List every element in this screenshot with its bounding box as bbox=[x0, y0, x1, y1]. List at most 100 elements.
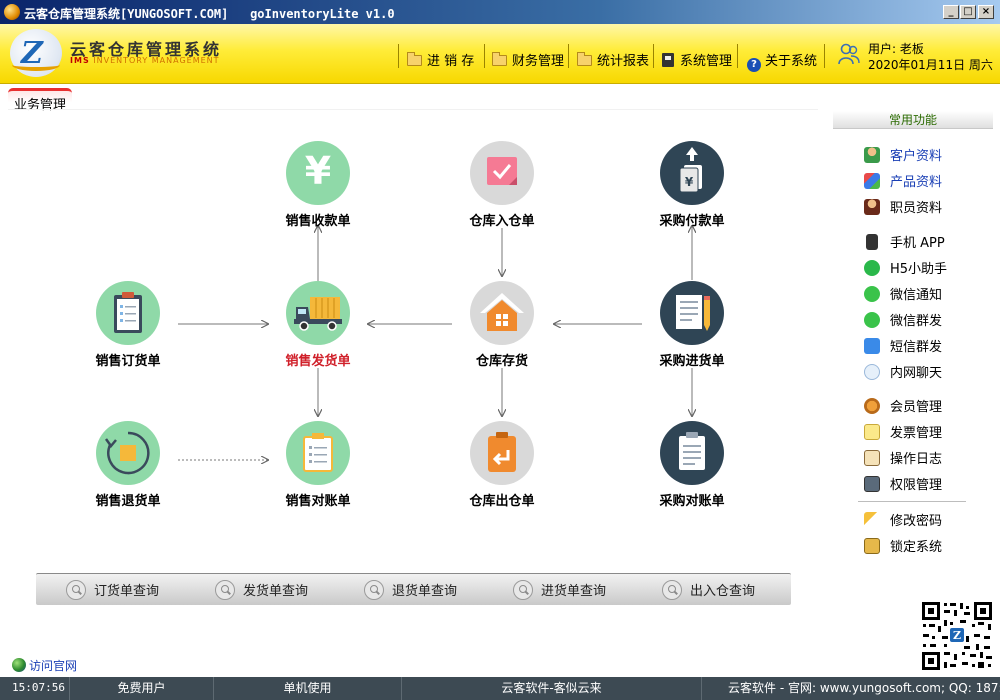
node-label: 销售退货单 bbox=[95, 494, 161, 509]
query-label: 进货单查询 bbox=[541, 584, 607, 599]
node-label: 采购对账单 bbox=[659, 494, 725, 509]
node-purchase-in[interactable]: 采购进货单 bbox=[632, 281, 752, 369]
search-icon bbox=[215, 580, 235, 600]
status-slogan: 云客软件-客似云来 bbox=[402, 677, 702, 700]
products-icon bbox=[864, 173, 880, 189]
globe-icon bbox=[12, 658, 26, 672]
node-warehouse-in[interactable]: 仓库入仓单 bbox=[442, 141, 562, 229]
delivery-query-button[interactable]: 发货单查询 bbox=[215, 580, 308, 600]
order-query-button[interactable]: 订货单查询 bbox=[66, 580, 159, 600]
status-mode: 单机使用 bbox=[214, 677, 402, 700]
current-user: 用户: 老板 bbox=[868, 42, 924, 56]
side-item-label: 短信群发 bbox=[890, 340, 943, 355]
warehouse-house-icon bbox=[480, 293, 524, 331]
side-item-operation-log[interactable]: 操作日志 bbox=[864, 448, 943, 467]
search-icon bbox=[66, 580, 86, 600]
note-icon bbox=[864, 424, 880, 440]
staff-icon bbox=[864, 199, 880, 215]
return-query-button[interactable]: 退货单查询 bbox=[364, 580, 457, 600]
document-pencil-icon bbox=[660, 281, 724, 345]
refresh-box-icon bbox=[104, 431, 150, 475]
status-bar: 15:07:56 免费用户 单机使用 云客软件-客似云来 云客软件 - 官网: … bbox=[0, 677, 1000, 700]
side-item-wechat-notify[interactable]: 微信通知 bbox=[864, 284, 943, 303]
side-item-customers[interactable]: 客户资料 bbox=[864, 145, 943, 164]
side-item-label: 锁定系统 bbox=[890, 540, 943, 555]
side-item-staff[interactable]: 职员资料 bbox=[864, 197, 942, 216]
node-sales-return[interactable]: 销售退货单 bbox=[68, 421, 188, 509]
purchase-query-button[interactable]: 进货单查询 bbox=[513, 580, 606, 600]
stock-in-icon bbox=[470, 141, 534, 205]
side-separator bbox=[858, 501, 966, 502]
query-toolbar: 订货单查询 发货单查询 退货单查询 进货单查询 出入仓查询 bbox=[36, 573, 791, 605]
side-item-label: 修改密码 bbox=[890, 514, 943, 529]
side-item-permissions[interactable]: 权限管理 bbox=[864, 474, 943, 493]
side-item-intranet-chat[interactable]: 内网聊天 bbox=[864, 362, 943, 381]
side-item-sms-broadcast[interactable]: 短信群发 bbox=[864, 336, 943, 355]
delivery-truck-icon bbox=[294, 297, 342, 331]
house-icon bbox=[470, 281, 534, 345]
node-purchase-payment[interactable]: ¥ 采购付款单 bbox=[632, 141, 752, 229]
medal-icon bbox=[864, 398, 880, 414]
yen-symbol: ¥ bbox=[304, 149, 332, 193]
checklist-clipboard-icon bbox=[303, 433, 333, 472]
node-sales-receipt[interactable]: ¥ 销售收款单 bbox=[258, 141, 378, 229]
clipboard-doc-icon bbox=[679, 432, 705, 470]
side-item-lock-system[interactable]: 锁定系统 bbox=[864, 536, 943, 555]
check-circle-icon bbox=[864, 260, 880, 276]
side-item-wechat-broadcast[interactable]: 微信群发 bbox=[864, 310, 943, 329]
qr-code: Z bbox=[920, 600, 994, 672]
node-sales-order[interactable]: 销售订货单 bbox=[68, 281, 188, 369]
chat-bubble-icon bbox=[864, 364, 880, 380]
node-warehouse-stock[interactable]: 仓库存货 bbox=[442, 281, 562, 369]
visit-website-link[interactable]: 访问官网 bbox=[12, 657, 77, 674]
node-warehouse-out[interactable]: 仓库出仓单 bbox=[442, 421, 562, 509]
upload-money-icon: ¥ bbox=[679, 147, 702, 193]
node-label: 采购进货单 bbox=[659, 354, 725, 369]
node-sales-reconcile[interactable]: 销售对账单 bbox=[258, 421, 378, 509]
log-book-icon bbox=[864, 450, 880, 466]
side-item-invoices[interactable]: 发票管理 bbox=[864, 422, 942, 441]
user-icon bbox=[838, 43, 860, 65]
query-label: 订货单查询 bbox=[94, 584, 160, 599]
side-item-label: 手机 APP bbox=[890, 236, 945, 251]
clipboard-icon bbox=[96, 281, 160, 345]
side-item-label: H5小助手 bbox=[890, 262, 948, 277]
monitor-icon bbox=[864, 476, 880, 492]
side-item-label: 微信通知 bbox=[890, 288, 943, 303]
clipboard-list-icon bbox=[114, 292, 142, 333]
customer-icon bbox=[864, 147, 880, 163]
side-item-label: 权限管理 bbox=[890, 478, 943, 493]
payment-icon: ¥ bbox=[660, 141, 724, 205]
clipboard-return-icon bbox=[488, 432, 516, 472]
sticky-note-check-icon bbox=[487, 157, 517, 185]
status-contact: 云客软件 - 官网: www.yungosoft.com; QQ: 187: bbox=[728, 681, 1000, 695]
node-label: 销售订货单 bbox=[95, 354, 161, 369]
side-item-change-password[interactable]: 修改密码 bbox=[864, 510, 943, 529]
minimize-button[interactable]: _ bbox=[943, 5, 959, 19]
svg-text:Z: Z bbox=[953, 629, 961, 642]
node-label: 销售对账单 bbox=[285, 494, 351, 509]
node-label: 仓库入仓单 bbox=[469, 214, 535, 229]
nav-separator bbox=[824, 44, 825, 68]
search-icon bbox=[662, 580, 682, 600]
side-item-label: 客户资料 bbox=[890, 149, 943, 164]
side-item-label: 内网聊天 bbox=[890, 366, 943, 381]
side-item-label: 微信群发 bbox=[890, 314, 943, 329]
side-item-mobile-app[interactable]: 手机 APP bbox=[864, 232, 945, 251]
side-item-label: 会员管理 bbox=[890, 400, 943, 415]
node-sales-delivery[interactable]: 销售发货单 bbox=[258, 281, 378, 369]
side-item-h5-assistant[interactable]: H5小助手 bbox=[864, 258, 948, 277]
mobile-phone-icon bbox=[866, 234, 878, 250]
maximize-button[interactable]: □ bbox=[960, 5, 976, 19]
query-label: 出入仓查询 bbox=[690, 584, 756, 599]
side-item-products[interactable]: 产品资料 bbox=[864, 171, 942, 190]
node-label: 仓库出仓单 bbox=[469, 494, 535, 509]
inout-query-button[interactable]: 出入仓查询 bbox=[662, 580, 755, 600]
status-license: 免费用户 bbox=[70, 677, 214, 700]
close-button[interactable]: × bbox=[978, 5, 994, 19]
query-label: 退货单查询 bbox=[392, 584, 458, 599]
side-item-label: 操作日志 bbox=[890, 452, 943, 467]
node-purchase-reconcile[interactable]: 采购对账单 bbox=[632, 421, 752, 509]
node-label: 仓库存货 bbox=[475, 354, 528, 369]
side-item-members[interactable]: 会员管理 bbox=[864, 396, 943, 415]
